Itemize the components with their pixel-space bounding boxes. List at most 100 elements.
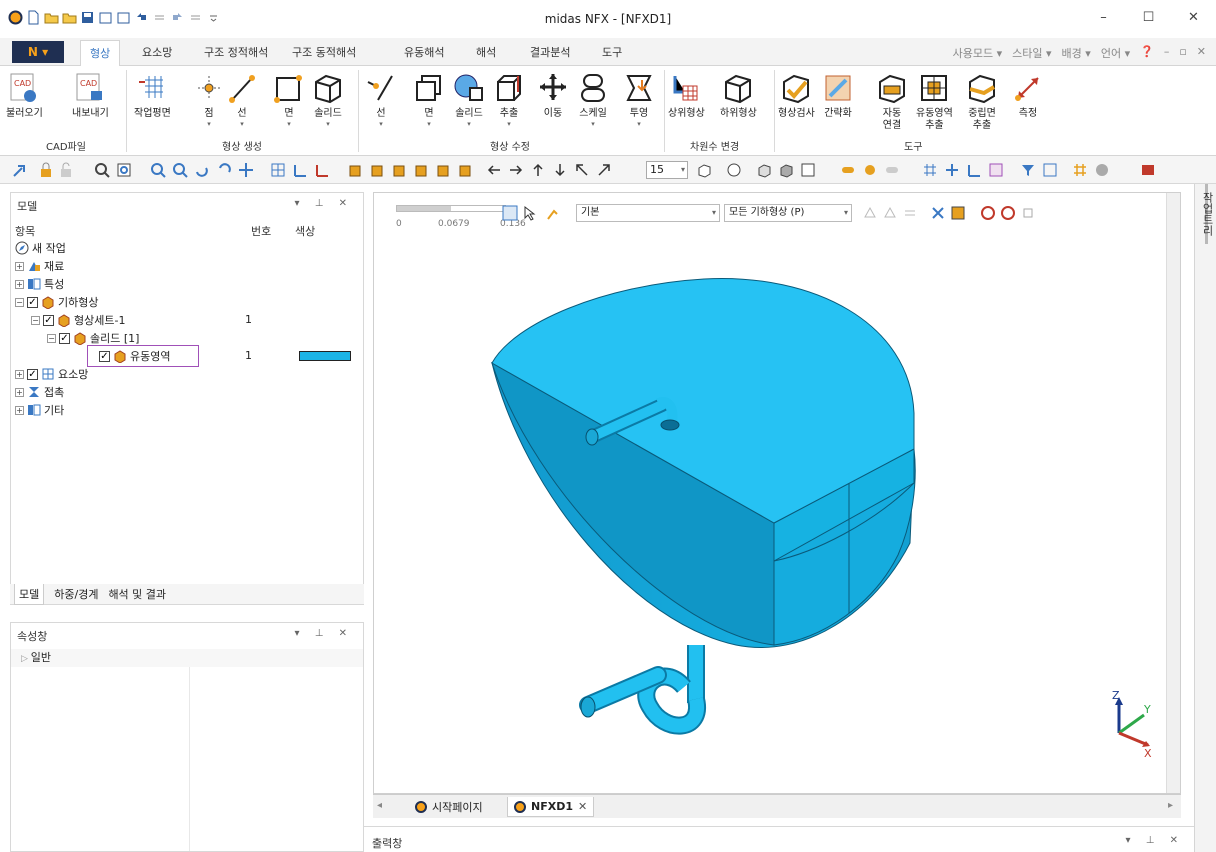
mesh-display-icon[interactable] [840, 162, 856, 178]
tab-scroll-left-icon[interactable]: ◂ [377, 800, 382, 811]
zoom-out-icon[interactable] [172, 162, 188, 178]
export-cad-button[interactable]: CAD 내보내기 [72, 72, 109, 120]
visibility-checkbox[interactable]: ✓ [43, 314, 54, 326]
extract-flow-domain-button[interactable]: 유동영역 추출 [916, 72, 953, 132]
work-tree-tab[interactable]: 작업트리 [1199, 192, 1215, 236]
rotate-right-icon[interactable] [216, 162, 232, 178]
tree-item-geometry-set[interactable]: − ✓ 형상세트-1 [31, 311, 125, 329]
panel-controls[interactable]: ▾ ⊥ ✕ [295, 628, 353, 639]
modify-solid-button[interactable]: 솔리드 ▾ [452, 72, 486, 128]
panel-controls[interactable]: ▾ ⊥ ✕ [1126, 835, 1184, 846]
tab-analysis[interactable]: 해석 [476, 44, 496, 60]
arrow-upright-icon[interactable] [596, 162, 612, 178]
pan-icon[interactable] [10, 162, 26, 178]
view-right-icon[interactable] [436, 162, 452, 178]
property-divider[interactable] [189, 667, 190, 851]
zoom-fit-icon[interactable] [94, 162, 110, 178]
style-menu[interactable]: 스타일 ▾ [1012, 45, 1051, 61]
zoom-window-icon[interactable] [116, 162, 132, 178]
app-menu-button[interactable]: N ▾ [12, 41, 64, 63]
tab-mesh[interactable]: 요소망 [142, 44, 172, 60]
collapse-icon[interactable]: − [15, 297, 24, 307]
hide-icon[interactable] [778, 162, 794, 178]
rotation-step-input[interactable]: 15 ▾ [646, 161, 688, 179]
display-mode-icon[interactable] [696, 162, 712, 178]
expand-icon[interactable]: + [15, 405, 24, 415]
collapse-icon[interactable]: − [31, 315, 40, 325]
view-front-icon[interactable] [370, 162, 386, 178]
tab-structural-dynamic[interactable]: 구조 동적해석 [292, 44, 356, 60]
minimize-button[interactable]: – [1081, 4, 1126, 32]
user-mode-menu[interactable]: 사용모드 ▾ [953, 45, 1003, 61]
unlock-icon[interactable] [58, 162, 74, 178]
expand-icon[interactable]: + [15, 387, 24, 397]
tab-start-page[interactable]: 시작페이지 [409, 797, 489, 817]
geometry-check-button[interactable]: 형상검사 [778, 72, 815, 120]
visibility-checkbox[interactable]: ✓ [27, 296, 38, 308]
tree-item-property[interactable]: + 특성 [15, 275, 64, 293]
render-mode-icon[interactable] [726, 162, 742, 178]
expand-icon[interactable]: + [15, 369, 24, 379]
viewport-scrollbar[interactable] [1166, 193, 1180, 793]
arrow-up-icon[interactable] [530, 162, 546, 178]
arrow-down-icon[interactable] [552, 162, 568, 178]
modify-line-button[interactable]: 선 ▾ [366, 72, 396, 128]
view-back-icon[interactable] [392, 162, 408, 178]
solid-button[interactable]: 솔리드 ▾ [312, 72, 344, 128]
ribbon-restore-icon[interactable]: ▫ [1179, 45, 1186, 61]
axis-icon[interactable] [292, 162, 308, 178]
lower-geometry-button[interactable]: 하위형상 [720, 72, 757, 120]
ribbon-minimize-icon[interactable]: – [1164, 45, 1170, 61]
tab-geometry[interactable]: 형상 [80, 40, 121, 67]
grid-icon[interactable] [270, 162, 286, 178]
workplane-axis-icon[interactable] [314, 162, 330, 178]
node-display-icon[interactable] [862, 162, 878, 178]
tab-results[interactable]: 결과분석 [530, 44, 570, 60]
visibility-checkbox[interactable]: ✓ [99, 350, 110, 362]
shade-mode-icon[interactable] [756, 162, 772, 178]
move-button[interactable]: 이동 [538, 72, 568, 120]
rotate-left-icon[interactable] [194, 162, 210, 178]
project-button[interactable]: 투영 ▾ [624, 72, 654, 128]
view-top-icon[interactable] [458, 162, 474, 178]
tab-model[interactable]: 모델 [14, 583, 45, 605]
collapse-icon[interactable]: − [47, 333, 56, 343]
line-button[interactable]: 선 ▾ [228, 72, 256, 128]
expand-icon[interactable]: + [15, 261, 24, 271]
grid-snap-icon[interactable] [922, 162, 938, 178]
arrow-right-icon[interactable] [508, 162, 524, 178]
view-left-icon[interactable] [414, 162, 430, 178]
filter-element-icon[interactable] [1042, 162, 1058, 178]
sphere-icon[interactable] [1094, 162, 1110, 178]
upper-geometry-button[interactable]: 상위형상 [668, 72, 705, 120]
visibility-checkbox[interactable]: ✓ [59, 332, 70, 344]
element-display-icon[interactable] [884, 162, 900, 178]
modify-surface-button[interactable]: 면 ▾ [414, 72, 444, 128]
tab-tools[interactable]: 도구 [602, 44, 622, 60]
tree-item-etc[interactable]: + 기타 [15, 401, 64, 419]
filter-icon[interactable] [1020, 162, 1036, 178]
help-icon[interactable]: ❓ [1140, 45, 1154, 61]
tab-scroll-right-icon[interactable]: ▸ [1168, 800, 1173, 811]
tab-load-boundary[interactable]: 하중/경계 [54, 586, 98, 602]
tree-item-mesh[interactable]: + ✓ 요소망 [15, 365, 88, 383]
hash-icon[interactable] [1072, 162, 1088, 178]
tab-structural-static[interactable]: 구조 정적해석 [204, 44, 268, 60]
tree-item-material[interactable]: + 재료 [15, 257, 64, 275]
coordinate-icon[interactable] [944, 162, 960, 178]
background-menu[interactable]: 배경 ▾ [1062, 45, 1091, 61]
point-button[interactable]: 점 ▾ [196, 72, 222, 128]
measure-button[interactable]: 측정 [1012, 72, 1044, 120]
label-w-icon[interactable] [966, 162, 982, 178]
transparency-icon[interactable] [800, 162, 816, 178]
maximize-button[interactable]: ☐ [1126, 4, 1171, 32]
map-icon[interactable] [1140, 162, 1156, 178]
flow-domain-color-swatch[interactable] [299, 351, 351, 361]
label-s-icon[interactable] [988, 162, 1004, 178]
tree-item-geometry[interactable]: − ✓ 기하형상 [15, 293, 98, 311]
tab-flow-analysis[interactable]: 유동해석 [404, 44, 444, 60]
language-menu[interactable]: 언어 ▾ [1101, 45, 1130, 61]
lock-icon[interactable] [38, 162, 54, 178]
arrow-upleft-icon[interactable] [574, 162, 590, 178]
visibility-checkbox[interactable]: ✓ [27, 368, 38, 380]
